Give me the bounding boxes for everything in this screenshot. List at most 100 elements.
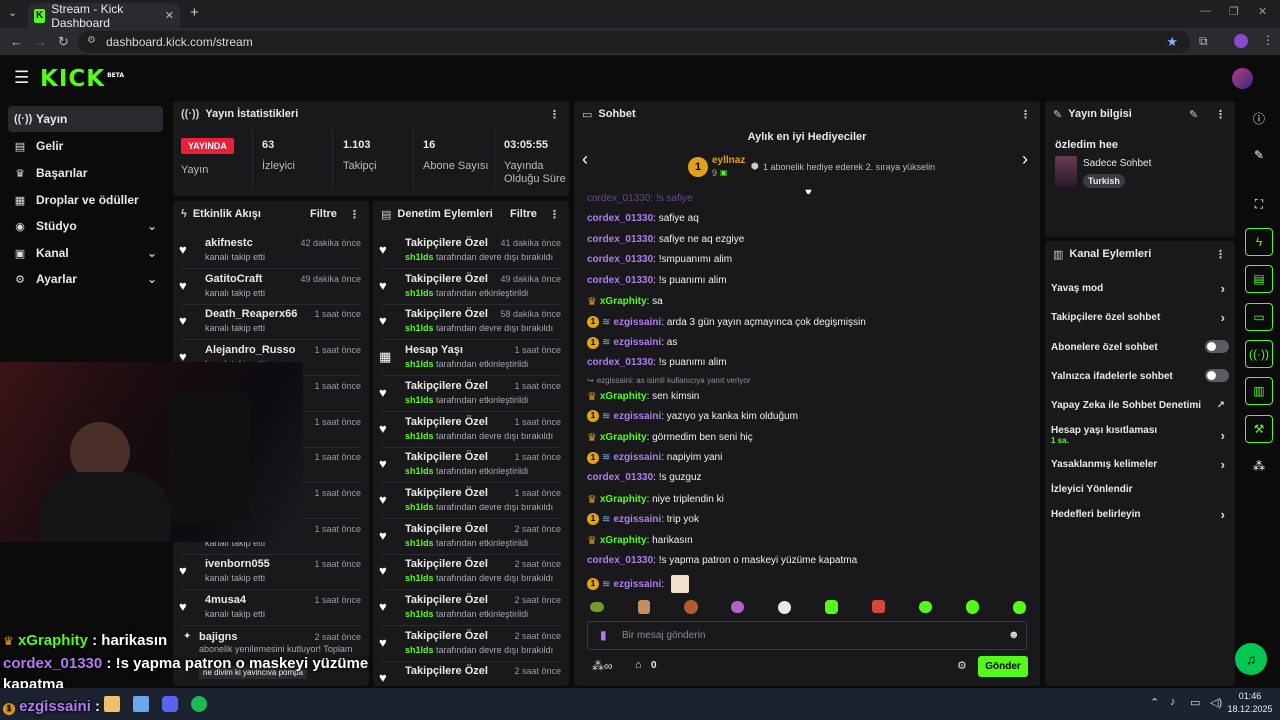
chat-username[interactable]: xGraphity — [600, 494, 647, 505]
chat-username[interactable]: ezgissaini — [613, 514, 661, 525]
chat-username[interactable]: cordex_01330 — [587, 234, 653, 245]
fullscreen-icon[interactable]: ⛶ — [1245, 190, 1273, 218]
minimize-icon[interactable]: — — [1200, 5, 1211, 17]
discord-icon[interactable] — [162, 696, 178, 712]
community-dots-icon[interactable]: ⁂ — [1245, 452, 1273, 480]
microphone-tray-icon[interactable]: ♪ — [1170, 696, 1176, 708]
emote-icon[interactable] — [778, 601, 791, 614]
clock-time[interactable]: 01:46 — [1230, 691, 1270, 701]
chat-username[interactable]: ezgissaini — [613, 452, 661, 463]
emotes-only-toggle[interactable] — [1205, 369, 1229, 382]
action-ai-moderation[interactable]: Yapay Zeka ile Sohbet Denetimi ↗ — [1051, 400, 1229, 411]
browser-tab[interactable]: K Stream - Kick Dashboard ✕ — [28, 2, 180, 30]
chat-settings-gear-icon[interactable]: ⚙ — [957, 659, 967, 672]
chat-input[interactable]: ▮ Bir mesaj gönderin ☻ — [587, 621, 1027, 650]
user-avatar[interactable] — [1232, 68, 1253, 89]
file-explorer-icon[interactable] — [104, 696, 120, 712]
browser-menu-icon[interactable]: ⋮ — [1262, 33, 1274, 47]
send-button[interactable]: Gönder — [978, 656, 1028, 677]
sidebar-item-ayarlar[interactable]: ⚙ Ayarlar ⌄ — [8, 266, 163, 292]
tray-chevron-icon[interactable]: ⌃ — [1150, 696, 1159, 709]
chat-username[interactable]: ezgissaini — [613, 317, 661, 328]
action-account-age[interactable]: Hesap yaşı kısıtlaması › 1 sa. — [1051, 425, 1229, 445]
spotify-icon[interactable] — [191, 696, 207, 712]
forward-icon[interactable]: → — [34, 34, 47, 49]
live-broadcast-icon[interactable]: ((·)) — [1245, 340, 1273, 368]
emote-icon[interactable] — [638, 600, 650, 614]
hamburger-menu-icon[interactable]: ☰ — [14, 68, 29, 88]
emote-icon[interactable] — [731, 601, 744, 613]
chat-username[interactable]: cordex_01330 — [587, 357, 653, 368]
sidebar-item-studyo[interactable]: ◉ Stüdyo ⌄ — [8, 213, 163, 239]
action-banned-words[interactable]: Yasaklanmış kelimeler › — [1051, 457, 1229, 472]
extensions-icon[interactable]: ⧉ — [1199, 34, 1208, 49]
back-icon[interactable]: ← — [10, 34, 23, 49]
bookmark-star-icon[interactable]: ★ — [1166, 34, 1178, 50]
reload-icon[interactable]: ↻ — [58, 34, 69, 50]
sidebar-item-droplar[interactable]: ▦ Droplar ve ödüller — [8, 187, 163, 213]
chat-username[interactable]: ezgissaini — [613, 579, 661, 590]
sidebar-item-kanal[interactable]: ▣ Kanal ⌄ — [8, 240, 163, 266]
info-icon[interactable]: ⓘ — [1245, 104, 1273, 132]
layout-icon[interactable]: ▥ — [1245, 377, 1273, 405]
stats-menu-icon[interactable]: ⋮ — [549, 108, 560, 121]
stream-info-menu-icon[interactable]: ⋮ — [1215, 108, 1226, 121]
moderation-filter-button[interactable]: Filtre — [510, 208, 537, 220]
subscribers-only-toggle[interactable] — [1205, 340, 1229, 353]
emote-icon[interactable] — [966, 600, 979, 614]
action-raid[interactable]: İzleyici Yönlendir — [1051, 484, 1229, 495]
clock-date[interactable]: 18.12.2025 — [1226, 704, 1274, 714]
app-icon[interactable] — [133, 696, 149, 712]
sidebar-item-yayin[interactable]: ((·)) Yayın — [8, 106, 163, 132]
emote-icon[interactable] — [872, 600, 885, 613]
action-followers-only[interactable]: Takipçilere özel sohbet › — [1051, 310, 1229, 325]
support-headset-icon[interactable]: ♫ — [1235, 643, 1267, 675]
community-icon[interactable]: ⁂∞ — [592, 659, 613, 673]
action-slow-mode[interactable]: Yavaş mod › — [1051, 281, 1229, 296]
edit-icon[interactable]: ✎ — [1245, 141, 1273, 169]
gifters-prev-icon[interactable]: ‹ — [582, 149, 588, 170]
tab-search-icon[interactable]: ⌄ — [8, 6, 17, 19]
chat-menu-icon[interactable]: ⋮ — [1020, 108, 1031, 121]
edit-pencil-icon[interactable]: ✎ — [1189, 108, 1198, 121]
tab-close-icon[interactable]: ✕ — [165, 9, 174, 22]
site-info-icon[interactable]: ⚙ — [87, 35, 96, 46]
emoji-picker-icon[interactable]: ☻ — [1008, 629, 1020, 641]
sidebar-item-basarilar[interactable]: ♛ Başarılar — [8, 160, 163, 186]
new-tab-icon[interactable]: + — [190, 4, 199, 21]
chat-username[interactable]: xGraphity — [600, 391, 647, 402]
emote-icon[interactable] — [590, 602, 604, 612]
chat-username[interactable]: xGraphity — [600, 296, 647, 307]
chat-username[interactable]: cordex_01330 — [587, 254, 653, 265]
notes-icon[interactable]: ▤ — [1245, 265, 1273, 293]
points-store-icon[interactable]: ⌂ — [635, 659, 642, 671]
profile-avatar[interactable] — [1234, 34, 1248, 48]
maximize-icon[interactable]: ❐ — [1229, 5, 1239, 18]
activity-menu-icon[interactable]: ⋮ — [349, 208, 360, 221]
action-set-goals[interactable]: Hedefleri belirleyin › — [1051, 507, 1229, 522]
sidebar-item-gelir[interactable]: ▤ Gelir — [8, 133, 163, 159]
window-close-icon[interactable]: ✕ — [1258, 5, 1267, 18]
chat-username[interactable]: cordex_01330 — [587, 275, 653, 286]
chat-username[interactable]: xGraphity — [600, 432, 647, 443]
chat-bubble-icon[interactable]: ▭ — [1245, 303, 1273, 331]
chat-username[interactable]: ezgissaini — [613, 337, 661, 348]
activity-filter-button[interactable]: Filtre — [310, 208, 337, 220]
chat-username[interactable]: cordex_01330 — [587, 555, 653, 566]
network-icon[interactable]: ▭ — [1190, 696, 1200, 709]
url-field[interactable]: ⚙ dashboard.kick.com/stream ★ — [78, 31, 1190, 53]
emote-icon[interactable] — [825, 600, 838, 614]
volume-icon[interactable]: ◁) — [1210, 696, 1222, 709]
channel-actions-menu-icon[interactable]: ⋮ — [1215, 248, 1226, 261]
chat-username[interactable]: ezgissaini — [613, 411, 661, 422]
chat-username[interactable]: cordex_01330 — [587, 213, 653, 224]
chat-username[interactable]: cordex_01330 — [587, 472, 653, 483]
microphone-icon[interactable]: ▮ — [600, 628, 607, 642]
wrench-tool-icon[interactable]: ⚒ — [1245, 415, 1273, 443]
emote-icon[interactable] — [1013, 601, 1026, 614]
emote-icon[interactable] — [919, 601, 932, 613]
moderation-menu-icon[interactable]: ⋮ — [549, 208, 560, 221]
gifters-next-icon[interactable]: › — [1022, 149, 1028, 170]
chat-username[interactable]: xGraphity — [600, 535, 647, 546]
kick-logo[interactable]: KICK BETA — [40, 66, 124, 92]
